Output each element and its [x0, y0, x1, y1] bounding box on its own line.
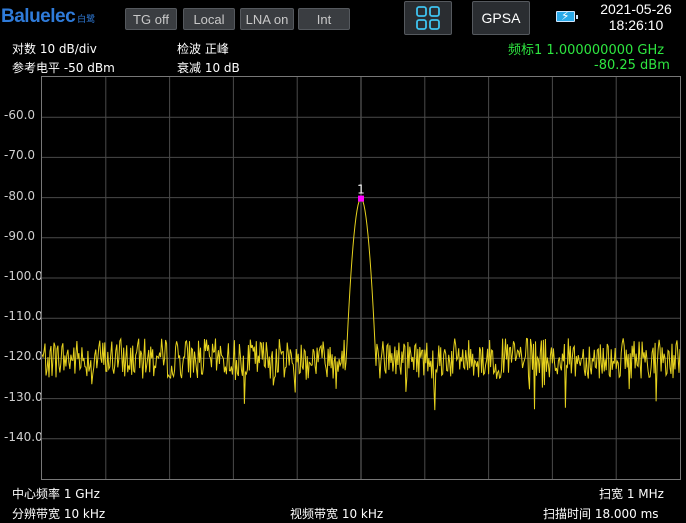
center-frequency: 中心频率 1 GHz: [12, 487, 100, 501]
clock: 2021-05-26 18:26:10: [590, 1, 682, 33]
date-text: 2021-05-26: [600, 1, 672, 17]
vbw-setting: 视频带宽 10 kHz: [290, 507, 384, 521]
local-button[interactable]: Local: [183, 8, 235, 30]
y-tick-label: -130.0: [4, 389, 43, 404]
spectrum-plot[interactable]: 1: [41, 76, 681, 480]
brand-name: Baluelec: [1, 6, 76, 27]
spectrum-svg: 1: [41, 77, 681, 479]
marker-readout: 频标1 1.000000000 GHz: [508, 39, 664, 58]
brand-logo: Baluelec 白鹭: [1, 6, 95, 30]
ref-level-setting: 参考电平 -50 dBm: [12, 61, 115, 75]
brand-sub: 白鹭: [77, 15, 96, 25]
y-tick-label: -60.0: [4, 108, 36, 123]
top-toolbar: Baluelec 白鹭 TG off Local LNA on Int GPSA…: [0, 0, 686, 36]
marker-label: 频标1: [508, 43, 543, 58]
app-grid-button[interactable]: [404, 1, 452, 35]
marker-amplitude: -80.25 dBm: [594, 58, 670, 73]
attenuation-setting: 衰减 10 dB: [177, 61, 240, 75]
detector-setting: 检波 正峰: [177, 42, 229, 56]
marker-number-label: 1: [357, 183, 365, 197]
mode-button[interactable]: GPSA: [472, 1, 530, 35]
battery-charging-icon: ⚡: [556, 9, 578, 23]
tg-toggle-button[interactable]: TG off: [125, 8, 177, 30]
y-tick-label: -80.0: [4, 188, 36, 203]
scale-setting: 对数 10 dB/div: [12, 42, 97, 56]
rbw-setting: 分辨带宽 10 kHz: [12, 507, 106, 521]
y-tick-label: -140.0: [4, 429, 43, 444]
app-grid-icon: [416, 6, 440, 30]
y-tick-label: -70.0: [4, 148, 36, 163]
span-setting: 扫宽 1 MHz: [599, 487, 664, 501]
int-ref-button[interactable]: Int: [298, 8, 350, 30]
y-tick-label: -120.0: [4, 349, 43, 364]
y-tick-label: -90.0: [4, 228, 36, 243]
y-tick-label: -110.0: [4, 309, 43, 324]
lna-toggle-button[interactable]: LNA on: [240, 8, 294, 30]
marker-frequency: 1.000000000 GHz: [546, 43, 665, 58]
y-tick-label: -100.0: [4, 269, 43, 283]
sweep-time-setting: 扫描时间 18.000 ms: [543, 507, 659, 521]
time-text: 18:26:10: [608, 17, 664, 33]
